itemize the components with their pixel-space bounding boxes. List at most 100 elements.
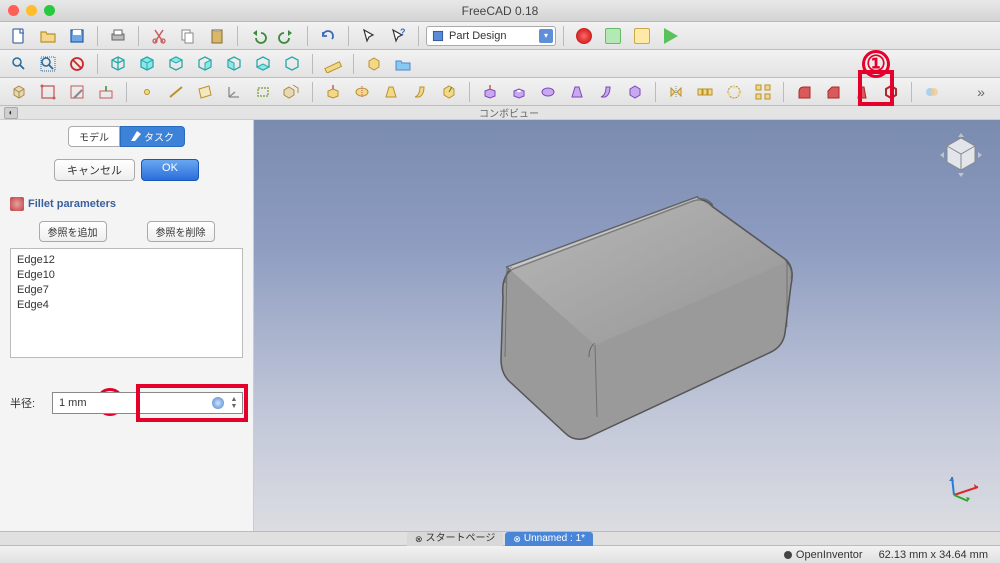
tab-unnamed-doc[interactable]: ⊗Unnamed : 1*: [505, 532, 593, 546]
cut-button[interactable]: [146, 24, 172, 48]
edit-sketch-button[interactable]: [64, 80, 90, 104]
polar-pattern-button[interactable]: [721, 80, 747, 104]
view-front-button[interactable]: [134, 52, 160, 76]
pocket-button[interactable]: [477, 80, 503, 104]
sub-loft-button[interactable]: [564, 80, 590, 104]
view-right-button[interactable]: [192, 52, 218, 76]
save-button[interactable]: [64, 24, 90, 48]
sub-primitive-button[interactable]: [622, 80, 648, 104]
redo-button[interactable]: [274, 24, 300, 48]
help-button[interactable]: ?: [385, 24, 411, 48]
workbench-label: Part Design: [449, 30, 506, 42]
close-window-icon[interactable]: [8, 5, 19, 16]
fillet-button[interactable]: [791, 80, 817, 104]
shapebinder-button[interactable]: [250, 80, 276, 104]
thickness-button[interactable]: [878, 80, 904, 104]
mirror-button[interactable]: [663, 80, 689, 104]
draft-button[interactable]: [849, 80, 875, 104]
ok-button[interactable]: OK: [141, 159, 199, 181]
close-icon[interactable]: ⊗: [513, 532, 521, 546]
copy-button[interactable]: [175, 24, 201, 48]
datum-cs-button[interactable]: [221, 80, 247, 104]
view-left-button[interactable]: [279, 52, 305, 76]
list-item[interactable]: Edge4: [17, 298, 236, 313]
comboview-header: ◐ コンボビュー: [0, 106, 1000, 120]
fillet-icon: [10, 197, 24, 211]
list-item[interactable]: Edge10: [17, 268, 236, 283]
macro-record-button[interactable]: [571, 24, 597, 48]
3d-viewport[interactable]: [254, 120, 1000, 531]
list-item[interactable]: Edge12: [17, 253, 236, 268]
window-controls: [8, 5, 55, 16]
partdesign-icon: [431, 29, 445, 43]
sub-sweep-button[interactable]: [593, 80, 619, 104]
body-button[interactable]: [6, 80, 32, 104]
dropdown-arrow-icon: ▾: [539, 29, 553, 43]
open-file-button[interactable]: [35, 24, 61, 48]
linear-pattern-button[interactable]: [692, 80, 718, 104]
view-bottom-button[interactable]: [250, 52, 276, 76]
map-sketch-button[interactable]: [93, 80, 119, 104]
multitransform-button[interactable]: [750, 80, 776, 104]
draw-style-button[interactable]: [64, 52, 90, 76]
zoom-fit-button[interactable]: [6, 52, 32, 76]
sketch-button[interactable]: [35, 80, 61, 104]
cursor-button[interactable]: [356, 24, 382, 48]
list-item[interactable]: Edge7: [17, 283, 236, 298]
pencil-icon: [131, 131, 141, 141]
expression-icon[interactable]: [212, 397, 224, 409]
zoom-window-icon[interactable]: [44, 5, 55, 16]
toolbar-view: [0, 50, 1000, 78]
nav-cube[interactable]: [936, 130, 986, 180]
datum-plane-button[interactable]: [192, 80, 218, 104]
comboview-title: コンボビュー: [18, 105, 1000, 120]
print-button[interactable]: [105, 24, 131, 48]
undo-button[interactable]: [245, 24, 271, 48]
macro-stop-button[interactable]: [600, 24, 626, 48]
minimize-window-icon[interactable]: [26, 5, 37, 16]
paste-button[interactable]: [204, 24, 230, 48]
tab-task[interactable]: タスク: [120, 126, 185, 147]
workbench-selector[interactable]: Part Design ▾: [426, 26, 556, 46]
macro-play-button[interactable]: [658, 24, 684, 48]
edge-list[interactable]: Edge12 Edge10 Edge7 Edge4: [10, 248, 243, 358]
clone-button[interactable]: [279, 80, 305, 104]
additive-helix-button[interactable]: [436, 80, 462, 104]
group-button[interactable]: [390, 52, 416, 76]
close-icon[interactable]: ⊗: [415, 532, 423, 546]
chamfer-button[interactable]: [820, 80, 846, 104]
radius-input[interactable]: 1 mm ▲▼: [52, 392, 243, 414]
loft-button[interactable]: [378, 80, 404, 104]
titlebar: FreeCAD 0.18: [0, 0, 1000, 22]
sweep-button[interactable]: [407, 80, 433, 104]
view-rear-button[interactable]: [221, 52, 247, 76]
model-3d: [417, 157, 837, 477]
status-dot-icon: [784, 551, 792, 559]
more-tools-button[interactable]: »: [968, 80, 994, 104]
tab-model[interactable]: モデル: [68, 126, 120, 147]
refresh-button[interactable]: [315, 24, 341, 48]
zoom-all-button[interactable]: [35, 52, 61, 76]
add-ref-button[interactable]: 参照を追加: [39, 221, 107, 242]
combo-tabs: モデル タスク: [10, 126, 243, 147]
groove-button[interactable]: [535, 80, 561, 104]
measure-button[interactable]: [320, 52, 346, 76]
remove-ref-button[interactable]: 参照を削除: [147, 221, 215, 242]
view-top-button[interactable]: [163, 52, 189, 76]
boolean-button[interactable]: [919, 80, 945, 104]
hole-button[interactable]: [506, 80, 532, 104]
part-button[interactable]: [361, 52, 387, 76]
dock-toggle-button[interactable]: ◐: [4, 107, 18, 119]
macro-edit-button[interactable]: [629, 24, 655, 48]
datum-point-button[interactable]: [134, 80, 160, 104]
spinner-buttons[interactable]: ▲▼: [228, 396, 240, 410]
cancel-button[interactable]: キャンセル: [54, 159, 135, 181]
view-iso-button[interactable]: [105, 52, 131, 76]
new-file-button[interactable]: [6, 24, 32, 48]
toolbar-partdesign: » ①: [0, 78, 1000, 106]
pad-button[interactable]: [320, 80, 346, 104]
tab-start-page[interactable]: ⊗スタートページ: [407, 532, 503, 546]
callout-1-badge: ①: [862, 50, 890, 78]
datum-line-button[interactable]: [163, 80, 189, 104]
revolution-button[interactable]: [349, 80, 375, 104]
